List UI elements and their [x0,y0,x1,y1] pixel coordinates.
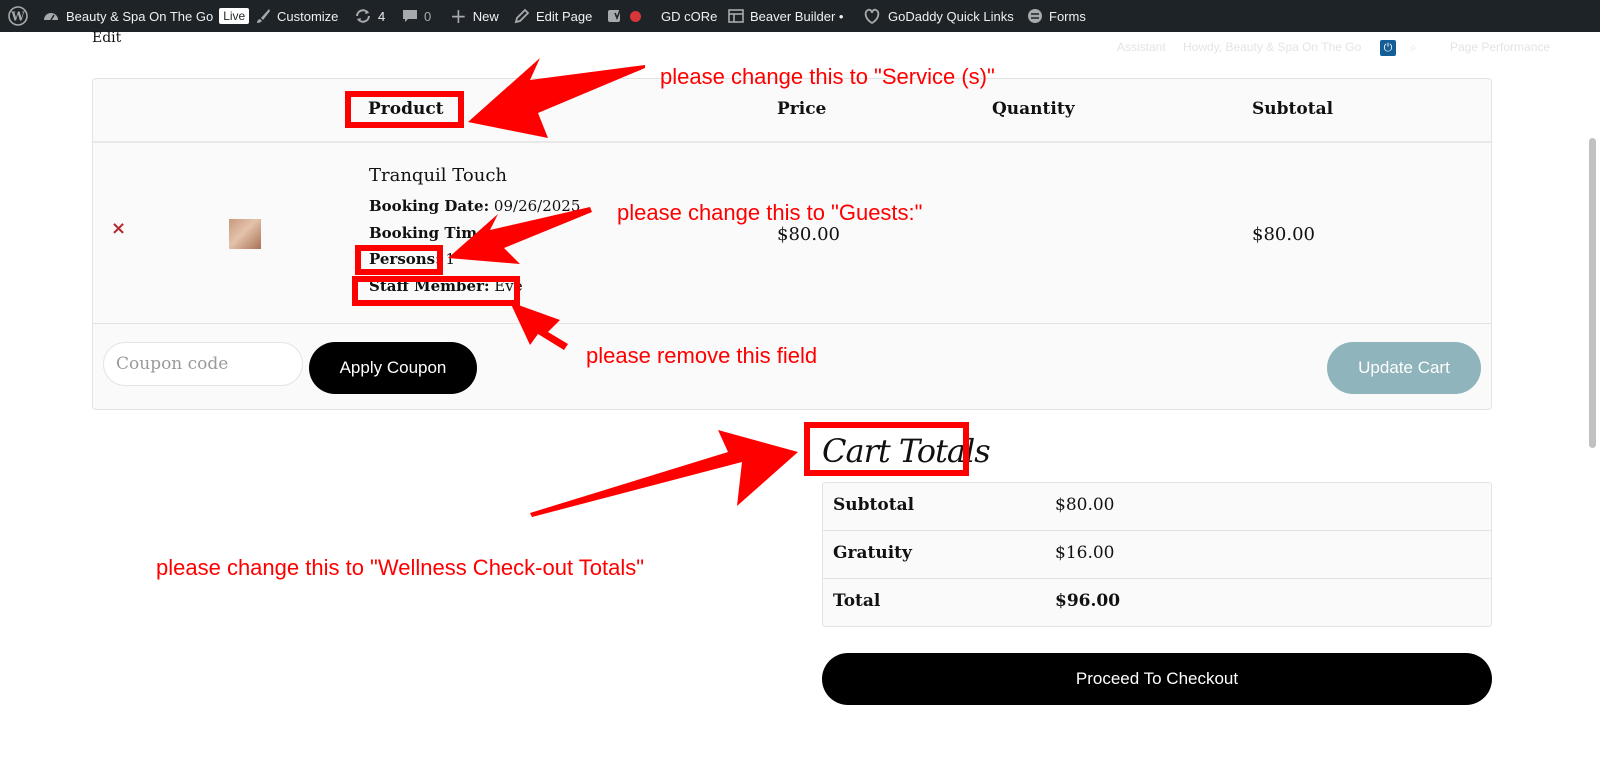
yoast-icon [606,7,624,25]
updates-link[interactable]: 4 [354,0,385,32]
howdy-user[interactable]: Howdy, Beauty & Spa On The Go [1183,40,1361,54]
note-service: please change this to "Service (s)" [660,64,995,89]
site-name-link[interactable]: Beauty & Spa On The Go Live [42,0,250,32]
totals-row-subtotal: Subtotal $80.00 [823,483,1491,531]
totals-subtotal-value: $80.00 [1055,495,1115,515]
gd-core-link[interactable]: GD cORe [661,0,717,32]
search-icon[interactable]: ⌕ [1410,40,1417,55]
note-wellness-totals: please change this to "Wellness Check-ou… [156,555,645,580]
item-subtotal: $80.00 [1252,224,1315,245]
coupon-code-input[interactable] [103,342,303,386]
product-thumbnail[interactable] [229,219,261,249]
edit-page-label: Edit Page [536,8,593,24]
page-performance-link[interactable]: Page Performance [1450,40,1550,54]
plus-icon: + [450,4,467,28]
svg-text:W: W [10,10,25,24]
new-content-link[interactable]: + New [450,0,499,32]
booking-date-value: 09/26/2025 [493,197,581,215]
row-divider [93,323,1491,324]
site-name: Beauty & Spa On The Go [66,8,214,24]
note-remove-field: please remove this field [586,343,818,368]
customize-link[interactable]: Customize [255,0,338,32]
booking-time-meta: Booking Time: [369,224,492,242]
comment-icon [402,8,418,24]
admin-bar: W Beauty & Spa On The Go Live Customize … [0,0,1600,32]
updates-count: 4 [378,8,386,24]
update-cart-button[interactable]: Update Cart [1327,342,1481,394]
persons-value: 1 [445,250,455,268]
beaver-builder-link[interactable]: Beaver Builder • [728,0,843,32]
beaver-builder-label: Beaver Builder • [750,8,844,24]
apply-coupon-button[interactable]: Apply Coupon [309,342,477,394]
gd-core-label: GD cORe [661,8,718,24]
proceed-to-checkout-button[interactable]: Proceed To Checkout [822,653,1492,705]
status-dot-icon [630,10,641,22]
beaver-builder-icon [728,8,744,24]
scrollbar-thumb[interactable] [1589,138,1596,448]
product-name[interactable]: Tranquil Touch [369,165,507,186]
totals-total-value: $96.00 [1055,591,1121,611]
wordpress-logo-button[interactable]: W [8,0,28,32]
godaddy-label: GoDaddy Quick Links [888,8,1014,24]
dashboard-icon [42,7,60,25]
annotation-box-staff [352,276,520,306]
annotation-box-persons [355,245,443,275]
edit-link[interactable]: Edit [92,30,121,46]
note-guests: please change this to "Guests:" [617,200,923,225]
item-price: $80.00 [777,224,840,245]
comments-count: 0 [424,8,432,24]
booking-date-label: Booking Date: [369,197,490,215]
cart-totals-table: Subtotal $80.00 Gratuity $16.00 Total $9… [822,482,1492,627]
booking-time-label: Booking Time: [369,224,493,242]
edit-page-link[interactable]: Edit Page [514,0,592,32]
totals-total-label: Total [833,591,881,611]
forms-icon [1027,8,1043,24]
power-icon[interactable]: ⏻ [1380,40,1396,56]
header-quantity: Quantity [992,99,1075,119]
totals-gratuity-value: $16.00 [1055,543,1115,563]
brush-icon [255,8,271,24]
pencil-icon [514,8,530,24]
totals-row-total: Total $96.00 [823,579,1491,627]
annotation-box-product [345,91,464,128]
header-subtotal: Subtotal [1252,99,1334,119]
arrow-to-cart-totals [530,430,798,517]
header-price: Price [777,99,827,119]
customize-label: Customize [277,8,339,24]
totals-subtotal-label: Subtotal [833,495,915,515]
booking-date-meta: Booking Date: 09/26/2025 [369,197,580,215]
new-label: New [472,8,499,24]
totals-row-gratuity: Gratuity $16.00 [823,531,1491,579]
yoast-menu[interactable] [606,0,641,32]
live-badge: Live [219,8,250,24]
annotation-box-cart-totals [804,422,969,476]
godaddy-icon [862,7,882,25]
assistant-link[interactable]: Assistant [1117,40,1166,54]
totals-gratuity-label: Gratuity [833,543,912,563]
remove-item-icon[interactable]: × [111,218,126,239]
comments-link[interactable]: 0 [402,0,431,32]
updates-icon [354,7,372,25]
forms-label: Forms [1049,8,1086,24]
wordpress-icon: W [8,6,28,26]
godaddy-quick-links[interactable]: GoDaddy Quick Links [862,0,1014,32]
forms-link[interactable]: Forms [1027,0,1086,32]
